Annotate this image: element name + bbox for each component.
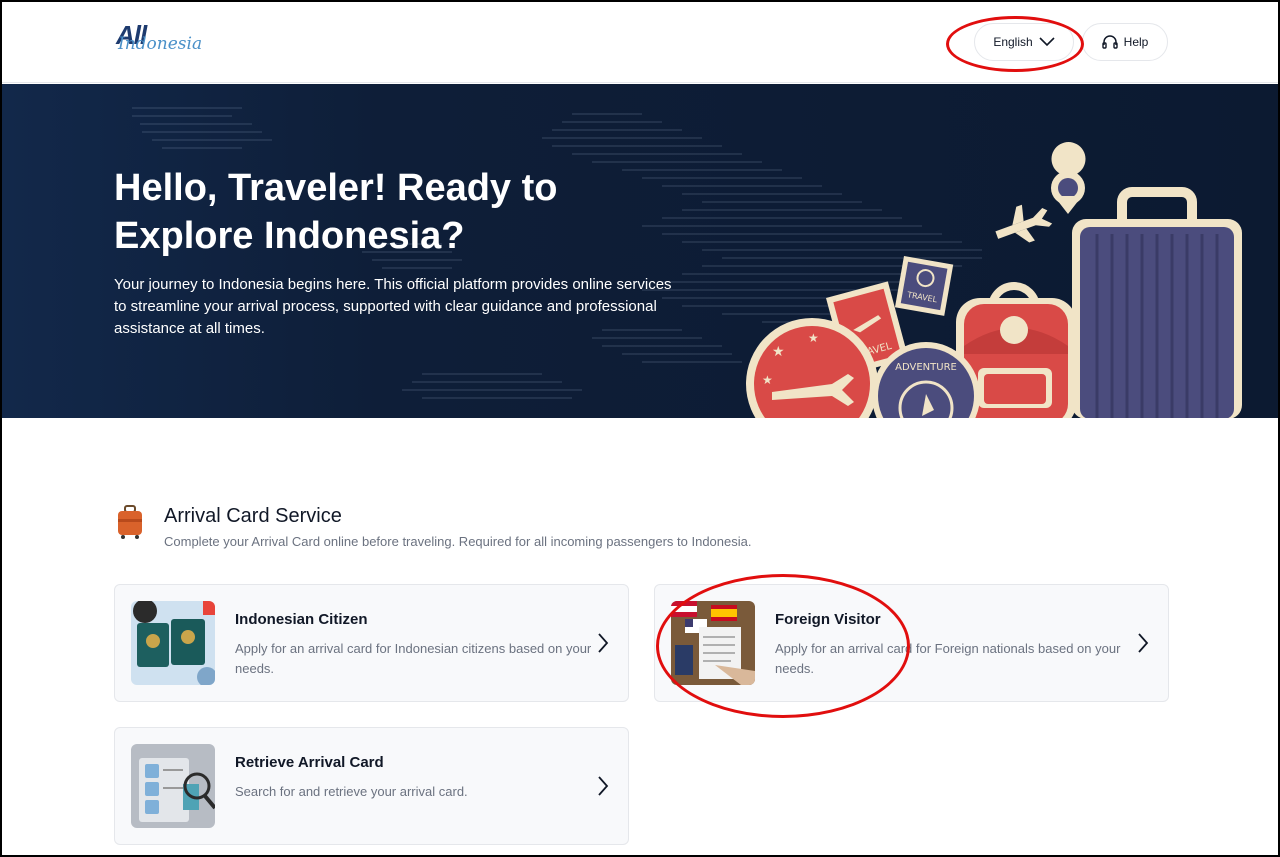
chevron-down-icon <box>1039 37 1055 47</box>
svg-text:★: ★ <box>772 343 785 359</box>
airplane-icon <box>995 204 1053 243</box>
svg-text:★: ★ <box>808 331 819 345</box>
all-indonesia-logo[interactable]: All Indonesia <box>116 20 206 64</box>
help-label: Help <box>1123 35 1149 49</box>
chevron-right-icon <box>598 776 609 796</box>
card-title: Indonesian Citizen <box>235 611 368 628</box>
stamp-adventure-text: ADVENTURE <box>895 362 957 373</box>
document-search-photo <box>131 744 215 828</box>
travel-illustration: TRAVEL TRAVEL ADVENTURE ★ ★ ★ <box>746 142 1242 418</box>
foreign-documents-photo <box>671 601 755 685</box>
card-description: Search for and retrieve your arrival car… <box>235 784 468 799</box>
foreign-visitor-card[interactable]: Foreign Visitor Apply for an arrival car… <box>654 584 1169 702</box>
travel-stamp-purple: TRAVEL <box>894 256 954 316</box>
hero-description: Your journey to Indonesia begins here. T… <box>114 276 672 337</box>
section-subtitle: Complete your Arrival Card online before… <box>164 534 752 549</box>
help-button[interactable]: Help <box>1082 23 1168 61</box>
section-title: Arrival Card Service <box>164 505 342 527</box>
retrieve-arrival-card[interactable]: Retrieve Arrival Card Search for and ret… <box>114 727 629 845</box>
card-title: Retrieve Arrival Card <box>235 754 384 771</box>
map-pin-icon <box>1051 142 1086 214</box>
chevron-right-icon <box>598 633 609 653</box>
svg-text:★: ★ <box>762 373 773 387</box>
hero-banner: Hello, Traveler! Ready to Explore Indone… <box>2 84 1278 418</box>
top-navbar: All Indonesia English Help <box>2 2 1278 83</box>
card-description: Apply for an arrival card for Indonesian… <box>235 641 592 676</box>
suitcase-icon <box>118 505 142 539</box>
language-label: English <box>993 35 1033 49</box>
card-title: Foreign Visitor <box>775 611 881 628</box>
passport-photo <box>131 601 215 685</box>
chevron-right-icon <box>1138 633 1149 653</box>
card-description: Apply for an arrival card for Foreign na… <box>775 641 1121 676</box>
indonesian-citizen-card[interactable]: Indonesian Citizen Apply for an arrival … <box>114 584 629 702</box>
large-suitcase <box>1072 187 1242 418</box>
language-selector[interactable]: English <box>974 23 1074 61</box>
hero-title: Hello, Traveler! Ready to Explore Indone… <box>114 167 558 257</box>
logo-sub-text: Indonesia <box>118 34 203 54</box>
headset-icon <box>1101 35 1118 49</box>
